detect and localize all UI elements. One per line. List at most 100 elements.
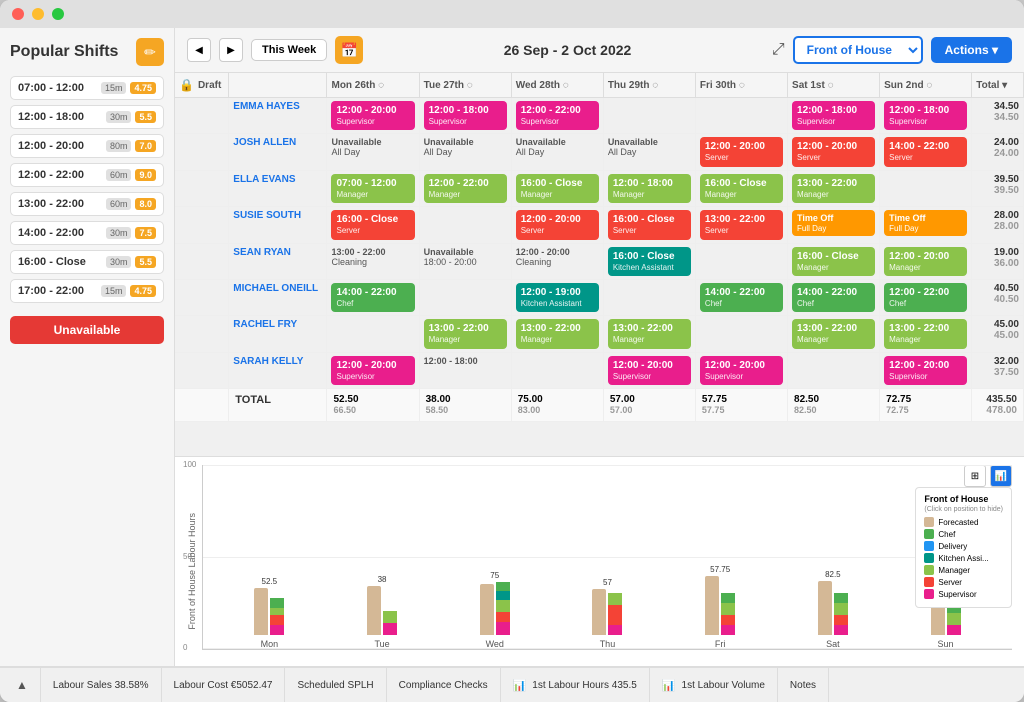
shift-cell[interactable]: 16:00 - Close Manager xyxy=(695,170,787,206)
row-status xyxy=(175,134,229,170)
shift-cell[interactable]: 12:00 - 20:00 Supervisor xyxy=(327,352,419,388)
shift-cell[interactable]: 16:00 - Close Server xyxy=(327,207,419,243)
table-row: SEAN RYAN 13:00 - 22:00Cleaning Unavaila… xyxy=(175,243,1024,279)
forecasted-bar xyxy=(367,586,381,635)
shift-cell[interactable]: 16:00 - Close Manager xyxy=(788,243,880,279)
shift-cell[interactable]: 12:00 - 20:00 Server xyxy=(695,134,787,170)
titlebar xyxy=(0,0,1024,28)
shift-cell[interactable]: 12:00 - 20:00 Supervisor xyxy=(880,352,972,388)
shift-cell[interactable]: 13:00 - 22:00 Manager xyxy=(603,316,695,352)
shift-item[interactable]: 14:00 - 22:00 30m 7.5 xyxy=(10,221,164,245)
total-cell: 34.5034.50 xyxy=(972,98,1024,134)
shift-item[interactable]: 12:00 - 18:00 30m 5.5 xyxy=(10,105,164,129)
shift-item[interactable]: 13:00 - 22:00 60m 8.0 xyxy=(10,192,164,216)
shift-badge: 12:00 - 20:00 Server xyxy=(700,137,783,166)
edit-shifts-button[interactable]: ✏ xyxy=(136,38,164,66)
shift-badge: 16:00 - Close Server xyxy=(331,210,414,239)
total-cell: 40.5040.50 xyxy=(972,279,1024,315)
stacked-bar xyxy=(721,593,735,635)
calendar-icon: 📅 xyxy=(335,36,363,64)
bar-day-label: Sat xyxy=(826,639,840,649)
shift-cell[interactable]: 13:00 - 22:00 Manager xyxy=(419,316,511,352)
shift-cell[interactable]: 12:00 - 19:00 Kitchen Assistant xyxy=(511,279,603,315)
shift-cell[interactable]: 07:00 - 12:00 Manager xyxy=(327,170,419,206)
shift-item[interactable]: 12:00 - 20:00 80m 7.0 xyxy=(10,134,164,158)
total-thu: 57.0057.00 xyxy=(603,389,695,422)
labour-cost-label: Labour Cost €5052.47 xyxy=(174,680,273,691)
shift-cell[interactable]: 16:00 - Close Manager xyxy=(511,170,603,206)
bar-total-label: 38 xyxy=(378,575,387,584)
shift-cell[interactable]: 14:00 - 22:00 Server xyxy=(880,134,972,170)
shift-cell[interactable]: 14:00 - 22:00 Chef xyxy=(788,279,880,315)
next-week-button[interactable]: ▶ xyxy=(219,38,243,62)
shift-cell[interactable]: 12:00 - 22:00 Chef xyxy=(880,279,972,315)
shift-cell[interactable]: 12:00 - 18:00 Supervisor xyxy=(419,98,511,134)
shift-cell[interactable]: 12:00 - 18:00 Manager xyxy=(603,170,695,206)
shift-badge: 12:00 - 20:00 Server xyxy=(516,210,599,239)
shift-cell[interactable]: 12:00 - 20:00 Supervisor xyxy=(603,352,695,388)
shift-cell[interactable]: 16:00 - Close Server xyxy=(603,207,695,243)
shift-cell[interactable]: 12:00 - 20:00 Server xyxy=(788,134,880,170)
this-week-button[interactable]: This Week xyxy=(251,39,327,61)
shift-cell[interactable]: 14:00 - 22:00 Chef xyxy=(327,279,419,315)
legend-item[interactable]: Chef xyxy=(924,529,1003,539)
shift-cell[interactable]: 12:00 - 20:00 Server xyxy=(511,207,603,243)
plain-cell: 12:00 - 20:00Cleaning xyxy=(511,243,603,279)
shift-cell[interactable]: 12:00 - 22:00 Manager xyxy=(419,170,511,206)
shift-meta: 30m 5.5 xyxy=(106,256,156,268)
labour-sales-label: Labour Sales 38.58% xyxy=(53,680,149,691)
shift-badge: 12:00 - 18:00 Supervisor xyxy=(884,101,967,130)
empty-cell xyxy=(327,316,419,352)
table-row: JOSH ALLEN UnavailableAll Day Unavailabl… xyxy=(175,134,1024,170)
venue-selector[interactable]: Front of House xyxy=(793,36,923,64)
forecasted-bar xyxy=(818,581,832,635)
shift-cell[interactable]: 13:00 - 22:00 Manager xyxy=(511,316,603,352)
shift-cell[interactable]: 16:00 - Close Kitchen Assistant xyxy=(603,243,695,279)
legend-item[interactable]: Kitchen Assi... xyxy=(924,553,1003,563)
shift-item[interactable]: 17:00 - 22:00 15m 4.75 xyxy=(10,279,164,303)
actions-button[interactable]: Actions ▾ xyxy=(931,37,1012,63)
legend-item[interactable]: Server xyxy=(924,577,1003,587)
minimize-button[interactable] xyxy=(32,8,44,20)
close-button[interactable] xyxy=(12,8,24,20)
row-status xyxy=(175,207,229,243)
shift-badge: 14:00 - 22:00 Chef xyxy=(792,283,875,312)
legend-label: Supervisor xyxy=(938,590,976,599)
maximize-button[interactable] xyxy=(52,8,64,20)
shift-duration: 30m xyxy=(106,111,132,123)
shift-cell[interactable]: 13:00 - 22:00 Manager xyxy=(880,316,972,352)
prev-week-button[interactable]: ◀ xyxy=(187,38,211,62)
shift-cell[interactable]: 12:00 - 18:00 Supervisor xyxy=(880,98,972,134)
shift-item[interactable]: 07:00 - 12:00 15m 4.75 xyxy=(10,76,164,100)
chevron-up-icon: ▲ xyxy=(16,678,28,692)
legend-item[interactable]: Manager xyxy=(924,565,1003,575)
th-name xyxy=(229,73,327,98)
unavailable-button[interactable]: Unavailable xyxy=(10,316,164,344)
legend-item[interactable]: Delivery xyxy=(924,541,1003,551)
shift-cell[interactable]: 12:00 - 20:00 Supervisor xyxy=(327,98,419,134)
shift-score: 5.5 xyxy=(135,256,156,268)
shift-cell[interactable]: 13:00 - 22:00 Server xyxy=(695,207,787,243)
shift-cell[interactable]: 12:00 - 20:00 Manager xyxy=(880,243,972,279)
time-off-cell: Time OffFull Day xyxy=(788,207,880,243)
total-empty xyxy=(175,389,229,422)
th-sun: Sun 2nd ◌ xyxy=(880,73,972,98)
shift-item[interactable]: 16:00 - Close 30m 5.5 xyxy=(10,250,164,274)
bar-column: 75 Wed xyxy=(480,571,510,649)
shift-cell[interactable]: 12:00 - 20:00 Supervisor xyxy=(695,352,787,388)
shift-time: 07:00 - 12:00 xyxy=(18,82,84,94)
expand-button[interactable]: ⤢ xyxy=(772,41,785,59)
shift-badge: 12:00 - 20:00 Supervisor xyxy=(700,356,783,385)
footer-collapse[interactable]: ▲ xyxy=(12,668,41,702)
legend-item[interactable]: Supervisor xyxy=(924,589,1003,599)
legend-item[interactable]: Forecasted xyxy=(924,517,1003,527)
shift-cell[interactable]: 12:00 - 18:00 Supervisor xyxy=(788,98,880,134)
shift-cell[interactable]: 13:00 - 22:00 Manager xyxy=(788,170,880,206)
shift-cell[interactable]: 12:00 - 22:00 Supervisor xyxy=(511,98,603,134)
plain-cell: 13:00 - 22:00Cleaning xyxy=(327,243,419,279)
shift-cell[interactable]: 14:00 - 22:00 Chef xyxy=(695,279,787,315)
shift-cell[interactable]: 13:00 - 22:00 Manager xyxy=(788,316,880,352)
total-cell: 32.0037.50 xyxy=(972,352,1024,388)
shift-item[interactable]: 12:00 - 22:00 60m 9.0 xyxy=(10,163,164,187)
shift-badge: 07:00 - 12:00 Manager xyxy=(331,174,414,203)
